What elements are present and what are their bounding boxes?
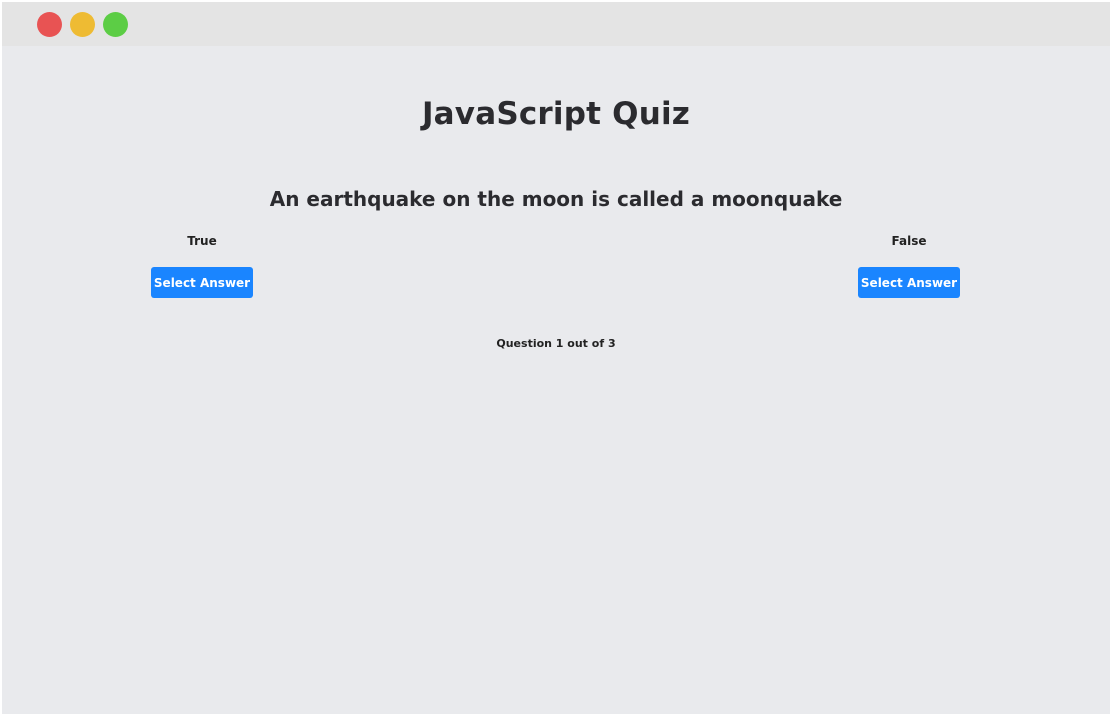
answer-option-true: True Select Answer [151,233,253,298]
page-title: JavaScript Quiz [421,96,691,132]
question-text: An earthquake on the moon is called a mo… [269,187,843,211]
minimize-window-icon[interactable] [70,12,95,37]
close-window-icon[interactable] [37,12,62,37]
question-progress: Question 1 out of 3 [496,337,616,350]
select-answer-false-button[interactable]: Select Answer [858,267,960,298]
browser-window: JavaScript Quiz An earthquake on the moo… [2,2,1110,714]
window-titlebar [2,2,1110,46]
maximize-window-icon[interactable] [103,12,128,37]
select-answer-true-button[interactable]: Select Answer [151,267,253,298]
quiz-page: JavaScript Quiz An earthquake on the moo… [2,46,1110,714]
answer-option-false: False Select Answer [858,233,960,298]
answer-option-label: True [187,234,217,248]
answer-option-label: False [891,234,927,248]
